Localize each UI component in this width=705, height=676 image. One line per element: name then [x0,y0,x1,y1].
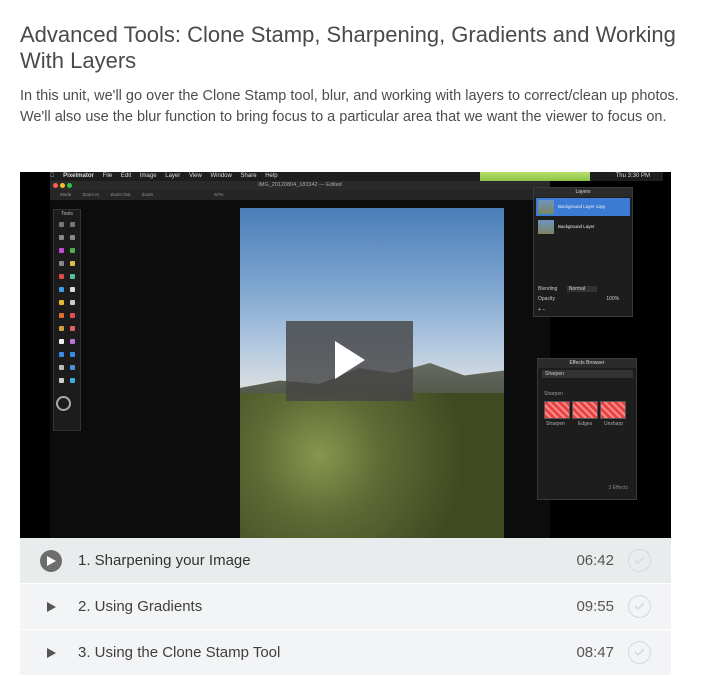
effects-group-label: Sharpen [544,391,563,397]
menu-edit: Edit [114,173,131,179]
lesson-duration: 06:42 [576,552,614,569]
lesson-list: 1. Sharpening your Image 06:42 2. Using … [20,538,671,676]
opacity-label: Opacity [538,296,555,302]
effects-count: 3 Effects [608,485,628,491]
effect-label: Unsharp [604,421,623,427]
options-bar: Mode Zoom In Zoom Out Zoom 67% [50,190,550,200]
layer-row[interactable]: Background Layer copy [536,198,630,216]
layer-row[interactable]: Background Layer [536,218,630,236]
window-titlebar: IMG_20120804_183342 — Edited [50,181,550,190]
lesson-play-button[interactable] [40,642,62,664]
lesson-row[interactable]: 2. Using Gradients 09:55 [20,584,671,630]
option-zoom: Zoom [141,192,154,197]
lesson-play-button[interactable] [40,596,62,618]
check-icon [628,549,651,572]
layers-panel: Layers Background Layer copy Background … [533,187,633,317]
menubar-clock: Thu 3:30 PM [615,173,650,179]
option-zoom-in: Zoom In [82,192,100,197]
effect-edges[interactable] [572,401,598,419]
lesson-title[interactable]: 3. Using the Clone Stamp Tool [78,644,280,661]
lesson-title[interactable]: 1. Sharpening your Image [78,552,251,569]
lesson-duration: 09:55 [576,598,614,615]
check-icon [628,641,651,664]
play-icon [47,648,56,658]
menu-file: File [96,173,113,179]
tools-label: Tools [61,211,73,217]
menu-help: Help [259,173,277,179]
opacity-value[interactable]: 100% [606,296,619,302]
video-player[interactable]:  Pixelmator File Edit Image Layer View … [20,172,671,538]
menu-window: Window [204,173,232,179]
menu-share: Share [234,173,257,179]
effects-panel-title: Effects Browser [538,359,636,368]
menu-layer: Layer [159,173,180,179]
menu-image: Image [133,173,157,179]
effects-category-select[interactable]: Sharpen [542,370,633,378]
play-icon [47,602,56,612]
layers-panel-title: Layers [534,188,632,197]
effects-browser-panel: Effects Browser Sharpen Sharpen Sharpen … [537,358,637,500]
apple-icon:  [50,173,55,179]
menubar-highlight [480,172,590,181]
effect-unsharp[interactable] [600,401,626,419]
option-mode: Mode [60,192,72,197]
check-icon [628,595,651,618]
tools-palette: Tools [53,209,81,431]
lesson-row[interactable]: 1. Sharpening your Image 06:42 [20,538,671,584]
lesson-title[interactable]: 2. Using Gradients [78,598,202,615]
blending-label: Blending [538,286,558,292]
unit-description: In this unit, we'll go over the Clone St… [20,88,679,125]
layer-name: Background Layer [558,224,595,229]
play-button[interactable] [286,321,413,401]
lesson-duration: 08:47 [576,644,614,661]
effect-label: Edges [578,421,593,427]
menu-view: View [182,173,202,179]
layer-name: Background Layer copy [558,204,606,209]
add-layer-icon[interactable]: + − [538,307,545,313]
unit-title: Advanced Tools: Clone Stamp, Sharpening,… [20,22,676,73]
lesson-row[interactable]: 3. Using the Clone Stamp Tool 08:47 [20,630,671,676]
option-zoom-out: Zoom Out [110,192,131,197]
blending-value[interactable]: Normal [566,286,597,292]
menu-app: Pixelmator [57,173,94,179]
effect-sharpen[interactable] [544,401,570,419]
play-icon [335,341,365,379]
zoom-tool-icon [56,396,71,411]
lesson-play-button[interactable] [40,550,62,572]
option-zoom-value: 67% [214,192,224,197]
effect-label: Sharpen [546,421,565,427]
play-icon [47,556,56,566]
window-title: IMG_20120804_183342 — Edited [258,182,342,188]
